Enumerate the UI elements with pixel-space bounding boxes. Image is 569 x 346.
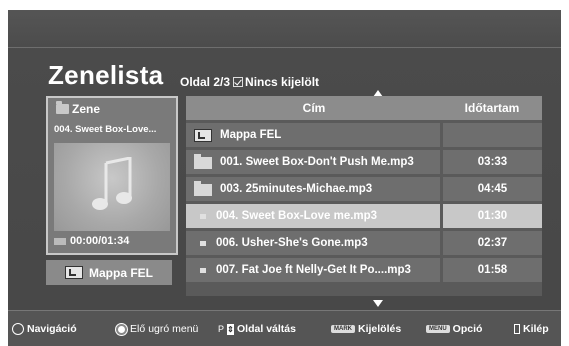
list-item-name: 004. Sweet Box-Love me.mp3 bbox=[216, 210, 378, 222]
hint-mark: MARK Kijelölés bbox=[331, 311, 401, 346]
list-item-duration: 01:30 bbox=[443, 204, 542, 228]
list-item[interactable]: 006. Usher-She's Gone.mp3 02:37 bbox=[186, 231, 542, 255]
list-item[interactable]: 001. Sweet Box-Don't Push Me.mp3 03:33 bbox=[186, 150, 542, 174]
music-file-icon bbox=[200, 213, 206, 219]
exit-key-icon bbox=[514, 324, 520, 334]
hint-jump-menu-label: ugró menü bbox=[148, 323, 199, 335]
list-item-name-cell: 006. Usher-She's Gone.mp3 bbox=[186, 231, 440, 255]
ok-button-icon bbox=[116, 323, 127, 335]
top-divider bbox=[8, 47, 561, 48]
column-title: Cím bbox=[302, 101, 326, 115]
menu-key-icon: MENU bbox=[426, 325, 450, 333]
folder-up-icon bbox=[64, 266, 83, 279]
folder-icon bbox=[194, 181, 212, 196]
music-list: Cím Időtartam Mappa FEL 001. Sweet Box-D… bbox=[186, 96, 542, 296]
folder-icon bbox=[56, 101, 69, 114]
list-item-selected[interactable]: 004. Sweet Box-Love me.mp3 01:30 bbox=[186, 204, 542, 228]
hint-page-change: P ⇕ Oldal váltás bbox=[218, 311, 296, 346]
list-item-name: 006. Usher-She's Gone.mp3 bbox=[216, 237, 368, 249]
folder-up-icon bbox=[194, 128, 212, 142]
list-item-duration: 04:45 bbox=[443, 177, 542, 201]
column-duration: Időtartam bbox=[464, 101, 520, 115]
hint-preview: Elő ugró menü bbox=[116, 311, 198, 346]
hint-exit-label: Kilép bbox=[523, 323, 549, 335]
music-file-icon bbox=[200, 240, 206, 246]
list-item-name-cell: 003. 25minutes-Michae.mp3 bbox=[186, 177, 440, 201]
list-item-duration: 02:37 bbox=[443, 231, 542, 255]
list-item-name-cell: 007. Fat Joe ft Nelly-Get It Po....mp3 bbox=[186, 258, 440, 282]
page-counter: Oldal 2/3 bbox=[180, 75, 231, 89]
mark-key-icon: MARK bbox=[331, 325, 355, 333]
progress-bar bbox=[54, 237, 66, 245]
list-item-name: 003. 25minutes-Michae.mp3 bbox=[220, 183, 373, 195]
list-item-duration bbox=[443, 123, 542, 147]
playback-time: 00:00/01:34 bbox=[54, 235, 129, 247]
list-item-duration: 03:33 bbox=[443, 150, 542, 174]
hint-preview-label: Elő bbox=[130, 323, 146, 335]
tv-screen: Zenelista Oldal 2/3 Nincs kijelölt Zene 0… bbox=[8, 10, 561, 346]
scroll-down-arrow-icon[interactable] bbox=[373, 300, 383, 307]
hint-exit: Kilép bbox=[514, 311, 549, 346]
list-item-name-cell: 004. Sweet Box-Love me.mp3 bbox=[186, 204, 440, 228]
current-track-label: 004. Sweet Box-Love... bbox=[54, 124, 157, 135]
list-item-name: Mappa FEL bbox=[220, 129, 282, 141]
list-item[interactable]: 007. Fat Joe ft Nelly-Get It Po....mp3 0… bbox=[186, 258, 542, 282]
list-item[interactable]: 003. 25minutes-Michae.mp3 04:45 bbox=[186, 177, 542, 201]
music-note-icon bbox=[92, 157, 132, 210]
selection-status: Nincs kijelölt bbox=[245, 75, 320, 89]
current-folder: Zene bbox=[56, 101, 101, 116]
list-item-name-cell: 001. Sweet Box-Don't Push Me.mp3 bbox=[186, 150, 440, 174]
now-playing-panel: Zene 004. Sweet Box-Love... 00:00/01:34 bbox=[46, 96, 178, 255]
list-item-folder-up[interactable]: Mappa FEL bbox=[186, 123, 542, 147]
page-info: Oldal 2/3 Nincs kijelölt bbox=[180, 75, 319, 89]
list-item-duration: 01:58 bbox=[443, 258, 542, 282]
folder-icon bbox=[194, 154, 212, 169]
footer-help-bar: Navigáció Elő ugró menü P ⇕ Oldal váltás… bbox=[8, 310, 561, 346]
page-title: Zenelista bbox=[48, 60, 164, 90]
list-item-name: 001. Sweet Box-Don't Push Me.mp3 bbox=[220, 156, 414, 168]
folder-up-label: Mappa FEL bbox=[88, 265, 153, 280]
hint-page-change-label: Oldal váltás bbox=[237, 323, 296, 335]
hint-option-label: Opció bbox=[452, 323, 483, 335]
list-item-name-cell: Mappa FEL bbox=[186, 123, 440, 147]
album-art bbox=[54, 143, 170, 231]
music-file-icon bbox=[200, 267, 206, 273]
checkbox-icon bbox=[233, 77, 244, 87]
list-header: Cím Időtartam bbox=[186, 96, 542, 120]
hint-navigation: Navigáció bbox=[12, 311, 77, 346]
hint-navigation-label: Navigáció bbox=[27, 323, 77, 335]
navigation-pad-icon bbox=[12, 323, 24, 335]
hint-option: MENU Opció bbox=[426, 311, 482, 346]
hint-mark-label: Kijelölés bbox=[358, 323, 402, 335]
playback-time-label: 00:00/01:34 bbox=[70, 235, 130, 247]
folder-up-button[interactable]: Mappa FEL bbox=[46, 260, 172, 285]
page-key-icon: ⇕ bbox=[227, 323, 235, 335]
current-folder-label: Zene bbox=[72, 102, 101, 116]
page-key-label: P bbox=[218, 324, 225, 334]
list-item-name: 007. Fat Joe ft Nelly-Get It Po....mp3 bbox=[216, 264, 411, 276]
